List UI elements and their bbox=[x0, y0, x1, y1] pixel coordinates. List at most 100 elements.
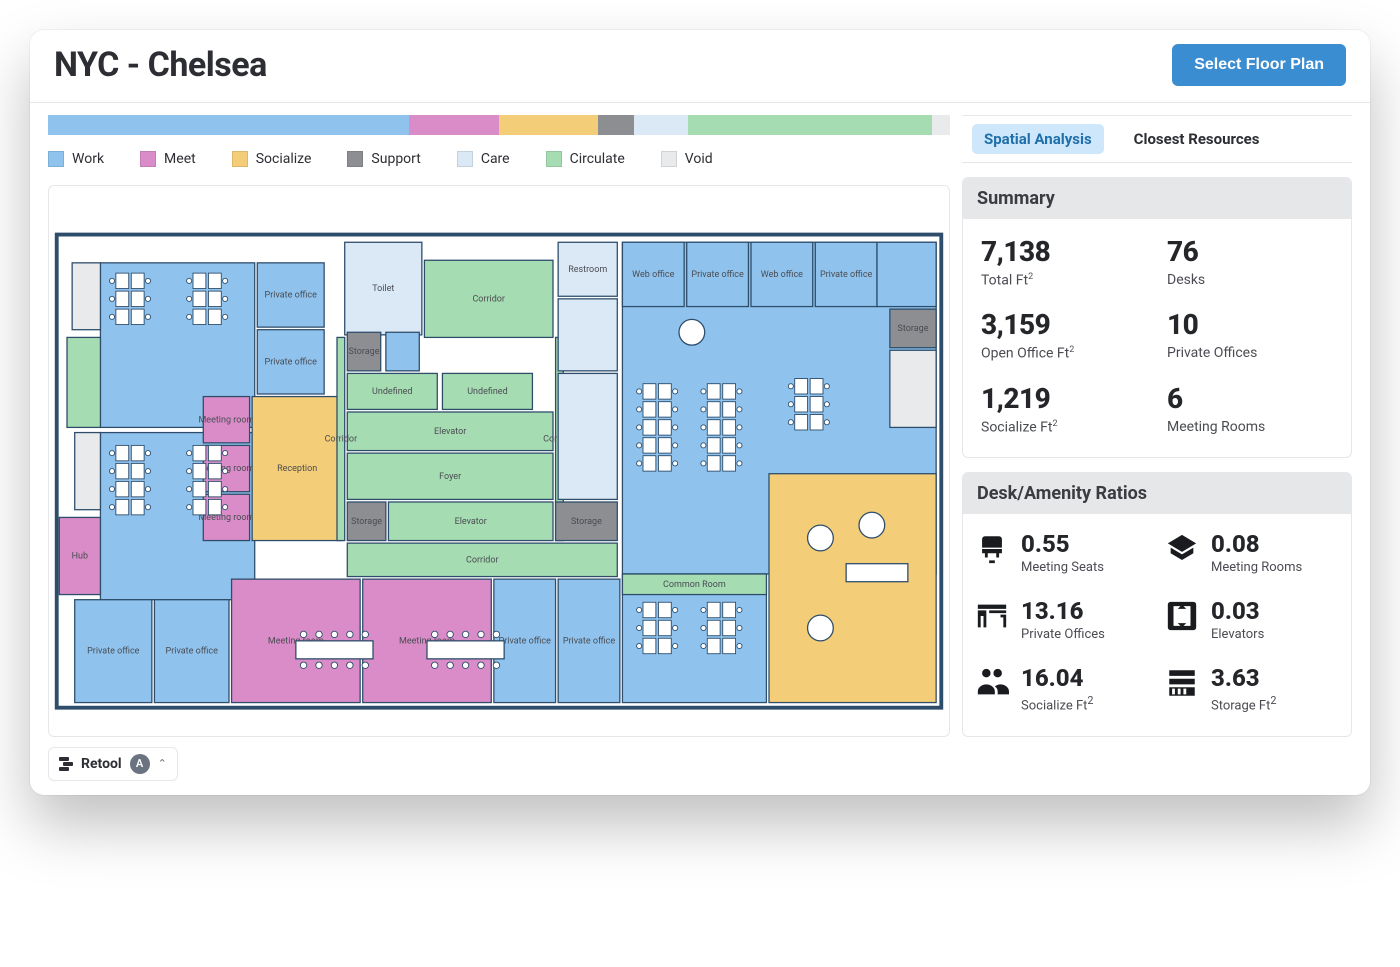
legend-item-socialize[interactable]: Socialize bbox=[232, 151, 312, 167]
desk bbox=[707, 620, 720, 635]
desk bbox=[116, 445, 129, 460]
legend-label: Socialize bbox=[256, 151, 312, 167]
desk bbox=[116, 291, 129, 306]
left-column: Work Meet Socialize Support Care Circulate Voi… bbox=[48, 115, 950, 737]
ratio-value: 13.16 bbox=[1021, 599, 1105, 623]
ratio-value: 3.63 bbox=[1211, 666, 1276, 690]
desk bbox=[193, 273, 206, 288]
metric-label: Total Ft2 bbox=[981, 272, 1147, 289]
desk bbox=[723, 638, 736, 653]
desk bbox=[810, 415, 823, 430]
room-label: Undefined bbox=[467, 387, 507, 397]
room-work[interactable] bbox=[877, 242, 936, 306]
ratios-header: Desk/Amenity Ratios bbox=[963, 473, 1351, 514]
page-title: NYC - Chelsea bbox=[54, 45, 267, 85]
legend-item-work[interactable]: Work bbox=[48, 151, 104, 167]
room-void[interactable] bbox=[72, 263, 100, 330]
metric-value: 1,219 bbox=[981, 384, 1147, 415]
room-socialize[interactable] bbox=[769, 474, 936, 703]
room-work[interactable] bbox=[386, 332, 419, 371]
tab-closest-resources[interactable]: Closest Resources bbox=[1122, 124, 1272, 154]
metric-value: 76 bbox=[1167, 237, 1333, 268]
desk bbox=[193, 499, 206, 514]
summary-metric: 1,219 Socialize Ft2 bbox=[981, 384, 1147, 435]
summary-metric: 7,138Total Ft2 bbox=[981, 237, 1147, 288]
floorplan[interactable]: Private officeHubPrivate officePrivate o… bbox=[48, 185, 950, 737]
desk bbox=[116, 273, 129, 288]
summary-panel: Summary 7,138Total Ft276Desks3,159Open O… bbox=[962, 177, 1352, 458]
room-label: Private office bbox=[563, 636, 616, 646]
room-care[interactable] bbox=[558, 299, 617, 371]
room-label: Private office bbox=[265, 357, 318, 367]
desk bbox=[723, 402, 736, 417]
summary-grid: 7,138Total Ft276Desks3,159Open Office Ft… bbox=[963, 219, 1351, 457]
ratio-label: Private Offices bbox=[1021, 627, 1105, 642]
proportion-segment-circulate bbox=[688, 115, 932, 135]
room-label: Private office bbox=[499, 636, 552, 646]
room-label: Private office bbox=[166, 647, 219, 657]
avatar[interactable]: A bbox=[130, 754, 150, 774]
metric-value: 6 bbox=[1167, 384, 1333, 415]
desk bbox=[795, 415, 808, 430]
desk bbox=[723, 438, 736, 453]
room-void[interactable] bbox=[890, 350, 936, 427]
ratio-value: 0.55 bbox=[1021, 532, 1104, 556]
ratio-label: Storage Ft2 bbox=[1211, 694, 1276, 713]
ratio-item: 13.16 Private Offices bbox=[975, 599, 1149, 642]
legend-label: Void bbox=[685, 151, 713, 167]
legend-swatch bbox=[546, 151, 562, 167]
desk bbox=[116, 463, 129, 478]
legend-item-void[interactable]: Void bbox=[661, 151, 713, 167]
desk bbox=[208, 291, 221, 306]
desk bbox=[643, 456, 656, 471]
desk bbox=[658, 438, 671, 453]
desk bbox=[707, 384, 720, 399]
desk bbox=[707, 602, 720, 617]
room-label: Meeting room bbox=[198, 415, 254, 425]
legend-item-support[interactable]: Support bbox=[347, 151, 420, 167]
desk bbox=[643, 402, 656, 417]
metric-value: 10 bbox=[1167, 310, 1333, 341]
desk bbox=[707, 438, 720, 453]
legend-swatch bbox=[140, 151, 156, 167]
desk bbox=[131, 499, 144, 514]
content: Work Meet Socialize Support Care Circulate Voi… bbox=[30, 103, 1370, 737]
desk bbox=[643, 602, 656, 617]
legend-item-meet[interactable]: Meet bbox=[140, 151, 196, 167]
select-floor-plan-button[interactable]: Select Floor Plan bbox=[1172, 44, 1346, 86]
legend-item-circulate[interactable]: Circulate bbox=[546, 151, 625, 167]
chevron-up-icon[interactable]: ⌃ bbox=[158, 757, 167, 770]
desk bbox=[208, 463, 221, 478]
legend-swatch bbox=[232, 151, 248, 167]
desk bbox=[658, 638, 671, 653]
tab-spatial-analysis[interactable]: Spatial Analysis bbox=[972, 124, 1104, 154]
footer-toolbar[interactable]: Retool A ⌃ bbox=[48, 747, 178, 781]
legend-label: Support bbox=[371, 151, 420, 167]
metric-label: Private Offices bbox=[1167, 345, 1333, 361]
legend-swatch bbox=[457, 151, 473, 167]
legend-swatch bbox=[661, 151, 677, 167]
room-label: Foyer bbox=[439, 472, 461, 482]
room-circulate[interactable] bbox=[67, 337, 100, 427]
legend-item-care[interactable]: Care bbox=[457, 151, 510, 167]
desk bbox=[658, 402, 671, 417]
ratio-label: Socialize Ft2 bbox=[1021, 694, 1094, 713]
proportion-segment-care bbox=[634, 115, 688, 135]
metric-value: 3,159 bbox=[981, 310, 1147, 341]
room-care[interactable] bbox=[558, 373, 617, 499]
room-label: Private office bbox=[691, 270, 744, 280]
proportion-bar bbox=[48, 115, 950, 135]
room-label: Storage bbox=[349, 347, 380, 357]
ratio-label: Meeting Seats bbox=[1021, 560, 1104, 575]
ratio-value: 16.04 bbox=[1021, 666, 1094, 690]
metric-label: Socialize Ft2 bbox=[981, 419, 1147, 436]
desk bbox=[658, 456, 671, 471]
room-label: Toilet bbox=[372, 284, 394, 294]
proportion-segment-socialize bbox=[499, 115, 598, 135]
desk bbox=[116, 309, 129, 324]
metric-label: Open Office Ft2 bbox=[981, 345, 1147, 362]
desk bbox=[707, 402, 720, 417]
ratio-label: Elevators bbox=[1211, 627, 1264, 642]
summary-metric: 6Meeting Rooms bbox=[1167, 384, 1333, 435]
room-void[interactable] bbox=[75, 433, 101, 510]
